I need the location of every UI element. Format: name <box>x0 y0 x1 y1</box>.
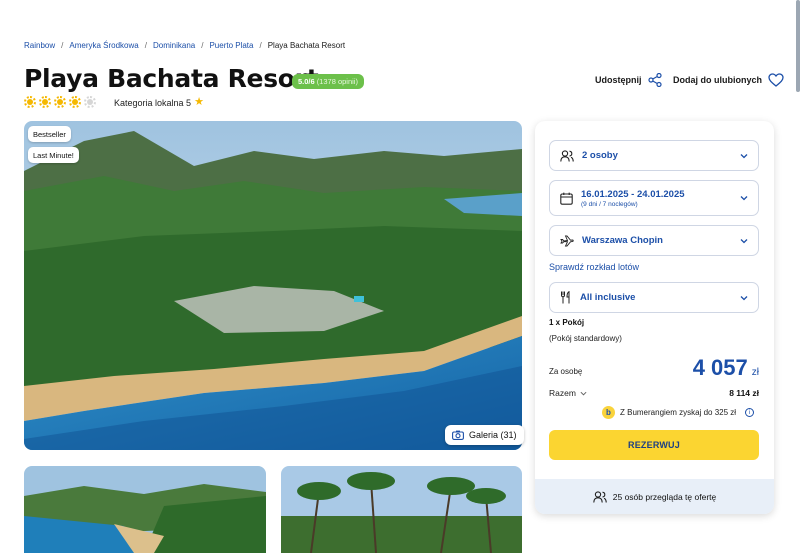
heart-icon <box>768 73 784 87</box>
rating-score: 5.0/6 <box>298 77 315 86</box>
page-title: Playa Bachata Resort <box>24 64 319 93</box>
hotel-star-rating <box>24 96 96 108</box>
sun-star-icon <box>54 96 66 108</box>
breadcrumb-link-rainbow[interactable]: Rainbow <box>24 41 55 50</box>
sun-star-icon <box>39 96 51 108</box>
chevron-down-icon <box>580 391 587 396</box>
star-icon: ★ <box>194 96 204 108</box>
flight-schedule-link[interactable]: Sprawdź rozkład lotów <box>549 262 639 272</box>
duration-value: (9 dni / 7 noclegów) <box>581 200 638 208</box>
share-label: Udostępnij <box>595 75 642 85</box>
price-value: 4 057 <box>692 355 748 380</box>
boomerang-logo-icon: b <box>602 406 615 419</box>
calendar-icon <box>560 192 573 205</box>
dates-select[interactable]: 16.01.2025 - 24.01.2025 (9 dni / 7 nocle… <box>549 180 759 216</box>
camera-icon <box>452 430 464 440</box>
hero-photo[interactable] <box>24 121 522 450</box>
plane-icon <box>560 235 574 247</box>
reserve-button[interactable]: REZERWUJ <box>549 430 759 460</box>
sun-star-icon <box>69 96 81 108</box>
users-icon <box>593 490 607 503</box>
chevron-down-icon <box>740 196 748 201</box>
resort-aerial-image <box>24 121 522 450</box>
gallery-thumbnail-palms[interactable] <box>281 466 522 553</box>
total-value: 8 114 zł <box>729 388 759 398</box>
chevron-down-icon <box>740 238 748 243</box>
per-person-label: Za osobę <box>549 367 583 376</box>
breadcrumb-separator: / <box>201 41 204 50</box>
airport-select[interactable]: Warszawa Chopin <box>549 225 759 256</box>
share-icon <box>647 73 662 87</box>
rating-badge[interactable]: 5.0/6 (1378 opinii) <box>292 74 364 89</box>
local-category: Kategoria lokalna 5 ★ <box>114 97 204 108</box>
palm-trees-photo <box>281 466 522 553</box>
info-icon[interactable]: i <box>745 408 755 417</box>
breadcrumb-link-country[interactable]: Dominikana <box>153 41 195 50</box>
breadcrumb-separator: / <box>259 41 262 50</box>
dates-value: 16.01.2025 - 24.01.2025 <box>581 188 685 200</box>
gallery-label: Galeria (31) <box>469 430 517 440</box>
persons-select[interactable]: 2 osoby <box>549 140 759 171</box>
viewers-banner: 25 osób przegląda tę ofertę <box>535 479 774 514</box>
chevron-down-icon <box>740 295 748 300</box>
sun-star-empty-icon <box>84 96 96 108</box>
room-type: (Pokój standardowy) <box>549 334 622 343</box>
persons-value: 2 osoby <box>582 150 618 161</box>
favorite-label: Dodaj do ulubionych <box>673 75 762 85</box>
coast-photo <box>24 466 266 553</box>
board-select[interactable]: All inclusive <box>549 282 759 313</box>
chevron-down-icon <box>740 153 748 158</box>
boomerang-text: Z Bumerangiem zyskaj do 325 zł <box>620 408 737 417</box>
breadcrumb-link-region[interactable]: Ameryka Środkowa <box>69 41 138 50</box>
breadcrumb-separator: / <box>61 41 64 50</box>
gallery-thumbnail-coast[interactable] <box>24 466 266 553</box>
sun-star-icon <box>24 96 36 108</box>
last-minute-badge: Last Minute! <box>28 147 79 163</box>
favorite-button[interactable]: Dodaj do ulubionych <box>673 73 784 87</box>
local-category-label: Kategoria lokalna 5 <box>114 97 192 108</box>
booking-panel: 2 osoby 16.01.2025 - 24.01.2025 (9 dni /… <box>535 121 774 514</box>
airport-value: Warszawa Chopin <box>582 235 663 246</box>
breadcrumb-link-city[interactable]: Puerto Plata <box>209 41 253 50</box>
users-icon <box>560 149 574 162</box>
gallery-button[interactable]: Galeria (31) <box>445 425 524 445</box>
bestseller-badge: Bestseller <box>28 126 71 142</box>
price-currency: zł <box>751 367 759 378</box>
page-scrollbar[interactable] <box>796 0 800 92</box>
rating-opinions: (1378 opinii) <box>316 77 358 86</box>
breadcrumb: Rainbow / Ameryka Środkowa / Dominikana … <box>24 41 345 50</box>
room-count: 1 x Pokój <box>549 318 585 327</box>
boomerang-offer: b Z Bumerangiem zyskaj do 325 zł i <box>602 406 755 419</box>
share-button[interactable]: Udostępnij <box>595 73 662 87</box>
breadcrumb-current: Playa Bachata Resort <box>267 41 346 50</box>
breadcrumb-separator: / <box>144 41 147 50</box>
board-value: All inclusive <box>580 292 636 303</box>
total-toggle[interactable]: Razem <box>549 388 587 398</box>
total-label: Razem <box>549 388 576 398</box>
price-per-person: 4 057 zł <box>693 355 759 381</box>
viewers-text: 25 osób przegląda tę ofertę <box>612 491 717 502</box>
cutlery-icon <box>560 291 572 304</box>
